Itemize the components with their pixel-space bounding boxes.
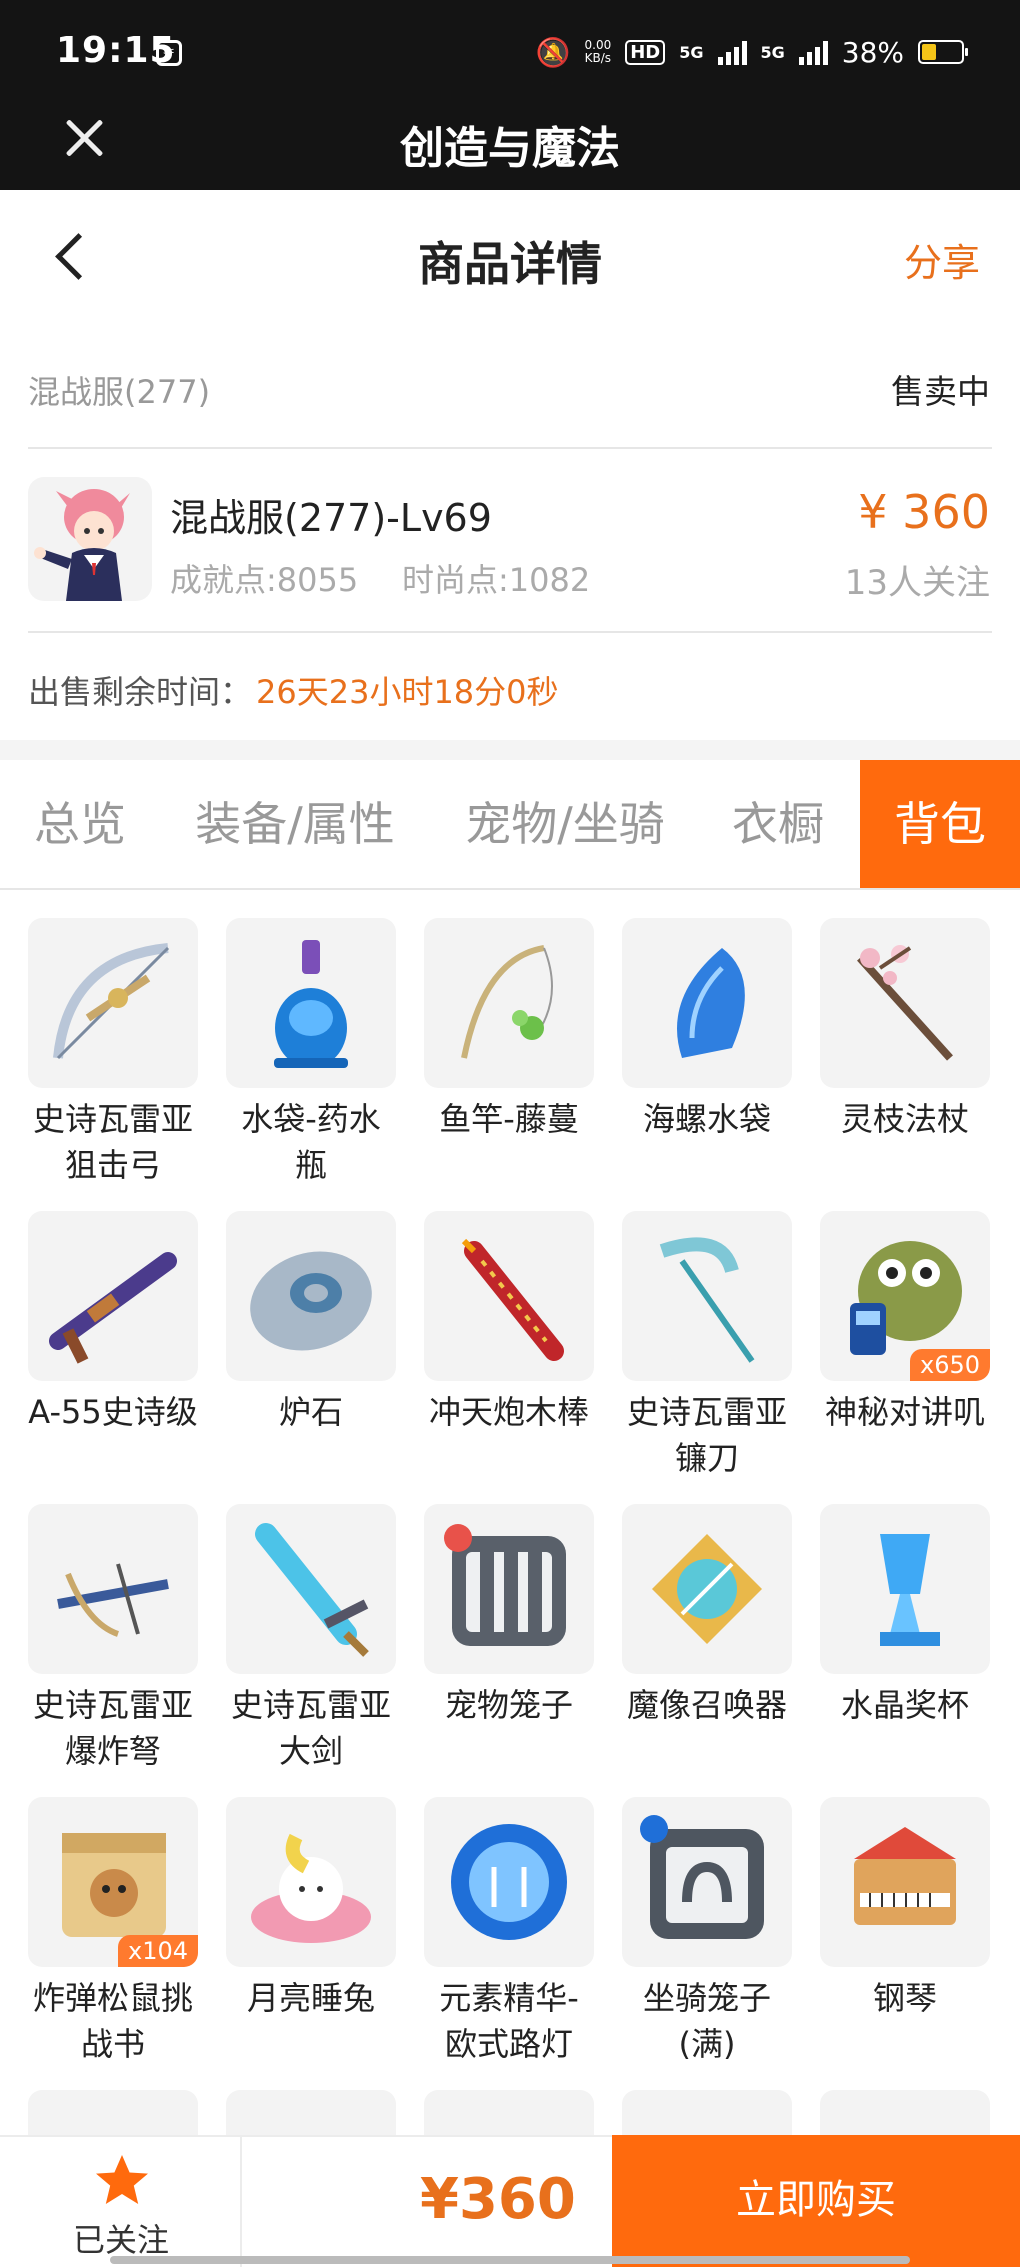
item-name: 史诗瓦雷亚 狙击弓 [32,1100,193,1184]
page-title: 商品详情 [418,237,602,291]
item-name: 史诗瓦雷亚 爆炸弩 [32,1686,193,1770]
remaining-time-value: 26天23小时18分0秒 [256,673,559,711]
tab-bar: 总览 装备/属性 宠物/坐骑 衣橱 背包 [0,760,1020,890]
star-icon [96,2155,148,2204]
follow-label: 已关注 [72,2221,169,2259]
pet-cage-icon [424,1504,594,1674]
battery-icon [918,40,968,64]
item-name: 坐骑笼子 (满) [642,1979,771,2063]
item-name: 海螺水袋 [642,1100,771,1138]
bow-icon [28,918,198,1088]
signal-icon [798,39,828,65]
status-bar: 19:15 ✂ 🔕 0.00 KB/s HD 5G 5G 38% [0,0,1020,90]
battery-percent: 38% [841,35,904,69]
app-title-bar: 创造与魔法 [0,90,1020,190]
tab-overview[interactable]: 总览 [20,760,140,888]
moon-rabbit-icon [226,1797,396,1967]
crossbow-icon [28,1504,198,1674]
item-name: 月亮睡兔 [246,1979,375,2017]
fishing-rod-icon [424,918,594,1088]
item-name: 钢琴 [872,1979,937,2017]
rifle-icon [28,1211,198,1381]
branch-staff-icon [820,918,990,1088]
character-name: 混战服(277)-Lv69 [170,496,492,540]
tab-backpack[interactable]: 背包 [860,760,1020,888]
listing-info: 混战服(277) 售卖中 混战服(277)-Lv69 成就点:8055 时尚点:… [0,325,1020,740]
backpack-item-partial[interactable] [622,2090,792,2135]
item-name: 水袋-药水 瓶 [241,1100,381,1184]
item-name: 宠物笼子 [444,1686,573,1724]
fashion-points: 时尚点:1082 [402,561,591,599]
item-name: 炉石 [278,1393,343,1431]
backpack-item-partial[interactable] [226,2090,396,2135]
app-title: 创造与魔法 [400,123,620,174]
network-label-1: 5G [679,42,704,62]
item-name: A-55史诗级 [28,1393,198,1431]
hd-badge: HD [625,39,666,65]
backpack-item-partial[interactable] [424,2090,594,2135]
conch-icon [622,918,792,1088]
page-header: 商品详情 分享 [0,190,1020,325]
tab-equipment[interactable]: 装备/属性 [190,760,400,888]
bottom-price: ¥360 [420,2167,576,2232]
home-indicator [110,2256,910,2264]
remaining-time-label: 出售剩余时间： [28,673,253,711]
network-label-2: 5G [760,42,785,62]
item-name: 史诗瓦雷亚 大剑 [230,1686,391,1770]
item-name: 元素精华- 欧式路灯 [439,1979,579,2063]
firework-icon [424,1211,594,1381]
follow-button[interactable]: 已关注 [0,2137,242,2267]
app-notification-icon: ✂ [156,40,182,66]
hearthstone-icon [226,1211,396,1381]
sale-status: 售卖中 [891,372,990,411]
quantity-badge: x104 [117,1935,198,1967]
buy-now-button[interactable]: 立即购买 [612,2135,1020,2267]
divider [28,447,992,449]
net-speed: 0.00 KB/s [584,38,612,65]
share-button[interactable]: 分享 [904,232,980,287]
item-name: 鱼竿-藤蔓 [439,1100,579,1138]
listing-price: ¥ 360 [858,485,990,539]
divider [28,631,992,633]
follower-count: 13人关注 [844,563,990,603]
tab-pets-mounts[interactable]: 宠物/坐骑 [456,760,674,888]
item-name: 史诗瓦雷亚 镰刀 [626,1393,787,1477]
server-name: 混战服(277) [28,373,211,411]
item-name: 灵枝法杖 [840,1100,969,1138]
wanted-scroll-icon: x104 [28,1797,198,1967]
achievement-points: 成就点:8055 [170,561,359,599]
item-name: 水晶奖杯 [840,1686,969,1724]
crystal-trophy-icon [820,1504,990,1674]
bottom-action-bar: 已关注 ¥360 立即购买 [0,2135,1020,2267]
walkie-talkie-icon: x650 [820,1211,990,1381]
mute-bell-icon: 🔕 [535,35,571,69]
potion-bottle-icon [226,918,396,1088]
tab-wardrobe[interactable]: 衣橱 [718,760,838,888]
item-name: 魔像召唤器 [626,1686,787,1724]
quantity-badge: x650 [909,1349,990,1381]
item-name: 冲天炮木棒 [428,1393,589,1431]
backpack-grid: 史诗瓦雷亚 狙击弓 水袋-药水 瓶 鱼竿-藤蔓 海螺水袋 灵枝法杖 A-55史诗级 炉石 冲天… [0,890,1020,2135]
piano-icon [820,1797,990,1967]
backpack-item-partial[interactable] [28,2090,198,2135]
signal-icon [717,39,747,65]
mount-cage-icon [622,1797,792,1967]
scythe-icon [622,1211,792,1381]
character-avatar [28,477,152,601]
golem-summoner-icon [622,1504,792,1674]
element-orb-icon [424,1797,594,1967]
item-name: 炸弹松鼠挑 战书 [32,1979,193,2063]
backpack-item-partial[interactable] [820,2090,990,2135]
item-name: 神秘对讲叽 [824,1393,985,1431]
greatsword-icon [226,1504,396,1674]
